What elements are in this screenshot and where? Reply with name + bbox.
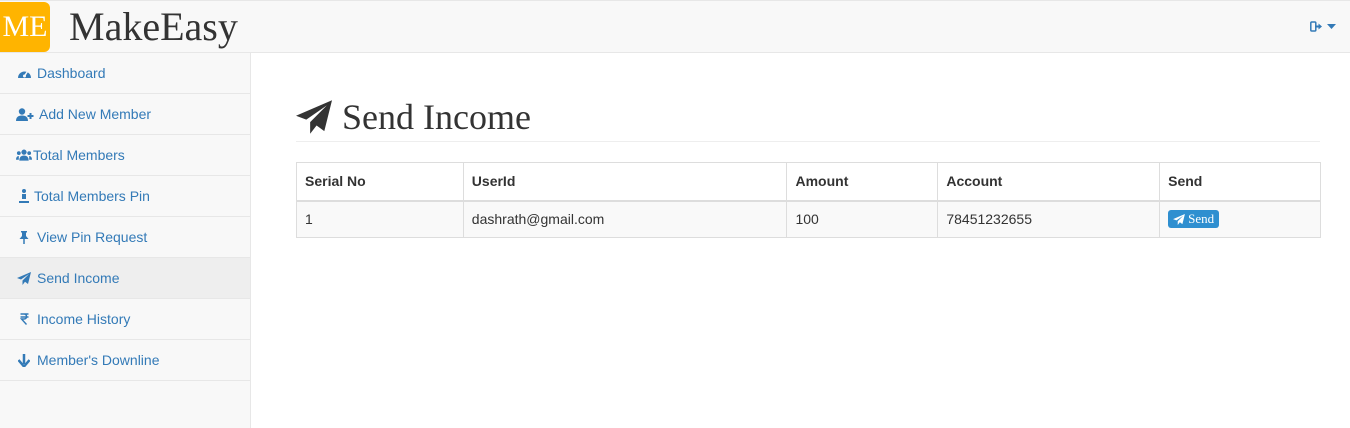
table-header-row: Serial No UserId Amount Account Send bbox=[296, 162, 1321, 202]
caret-down-icon bbox=[1327, 23, 1336, 29]
main-content: Send Income Serial No UserId Amount Acco… bbox=[251, 53, 1350, 428]
sidebar-item-add-new-member[interactable]: Add New Member bbox=[0, 94, 250, 135]
sidebar-item-total-members-pin[interactable]: Total Members Pin bbox=[0, 176, 250, 217]
rupee-icon bbox=[16, 311, 32, 327]
sign-out-icon bbox=[1310, 21, 1322, 32]
paper-plane-icon bbox=[1173, 213, 1186, 225]
sidebar-item-income-history[interactable]: Income History bbox=[0, 299, 250, 340]
user-menu-toggle[interactable] bbox=[1310, 21, 1336, 32]
sidebar-item-label: Total Members bbox=[33, 147, 125, 163]
thumbtack-icon bbox=[16, 229, 32, 245]
sidebar-item-members-downline[interactable]: Member's Downline bbox=[0, 340, 250, 381]
dashboard-icon bbox=[16, 65, 32, 81]
paper-plane-icon bbox=[16, 270, 32, 286]
person-pin-icon bbox=[16, 188, 32, 204]
user-plus-icon bbox=[16, 106, 34, 122]
cell-amount: 100 bbox=[786, 200, 939, 238]
sidebar-item-label: View Pin Request bbox=[37, 229, 148, 245]
sidebar: Dashboard Add New Member Total Members T… bbox=[0, 53, 251, 428]
column-header-serial-no: Serial No bbox=[296, 162, 464, 202]
send-button-label: Send bbox=[1188, 211, 1215, 227]
sidebar-item-label: Member's Downline bbox=[37, 352, 160, 368]
sidebar-item-send-income[interactable]: Send Income bbox=[0, 258, 250, 299]
income-table: Serial No UserId Amount Account Send 1 d… bbox=[296, 162, 1321, 238]
page-title: Send Income bbox=[342, 97, 531, 137]
users-icon bbox=[16, 147, 32, 163]
cell-serial-no: 1 bbox=[296, 200, 464, 238]
sidebar-item-dashboard[interactable]: Dashboard bbox=[0, 53, 250, 94]
logo[interactable]: ME bbox=[0, 2, 50, 52]
brand-name[interactable]: MakeEasy bbox=[69, 4, 238, 50]
cell-account: 78451232655 bbox=[937, 200, 1161, 238]
sidebar-item-total-members[interactable]: Total Members bbox=[0, 135, 250, 176]
top-navbar: ME MakeEasy bbox=[0, 0, 1350, 53]
paper-plane-icon bbox=[296, 100, 332, 134]
send-button[interactable]: Send bbox=[1168, 210, 1220, 229]
table-row: 1 dashrath@gmail.com 100 78451232655 Sen… bbox=[296, 200, 1321, 238]
cell-send: Send bbox=[1159, 200, 1321, 238]
sidebar-item-view-pin-request[interactable]: View Pin Request bbox=[0, 217, 250, 258]
sidebar-item-label: Income History bbox=[37, 311, 131, 327]
column-header-send: Send bbox=[1159, 162, 1321, 202]
column-header-account: Account bbox=[937, 162, 1161, 202]
page-header: Send Income bbox=[296, 93, 1320, 142]
column-header-amount: Amount bbox=[786, 162, 939, 202]
sidebar-item-label: Add New Member bbox=[39, 106, 152, 122]
arrow-down-icon bbox=[16, 352, 32, 368]
sidebar-item-label: Dashboard bbox=[37, 65, 106, 81]
sidebar-item-label: Send Income bbox=[37, 270, 120, 286]
sidebar-item-label: Total Members Pin bbox=[34, 188, 150, 204]
column-header-userid: UserId bbox=[462, 162, 788, 202]
cell-userid: dashrath@gmail.com bbox=[462, 200, 788, 238]
